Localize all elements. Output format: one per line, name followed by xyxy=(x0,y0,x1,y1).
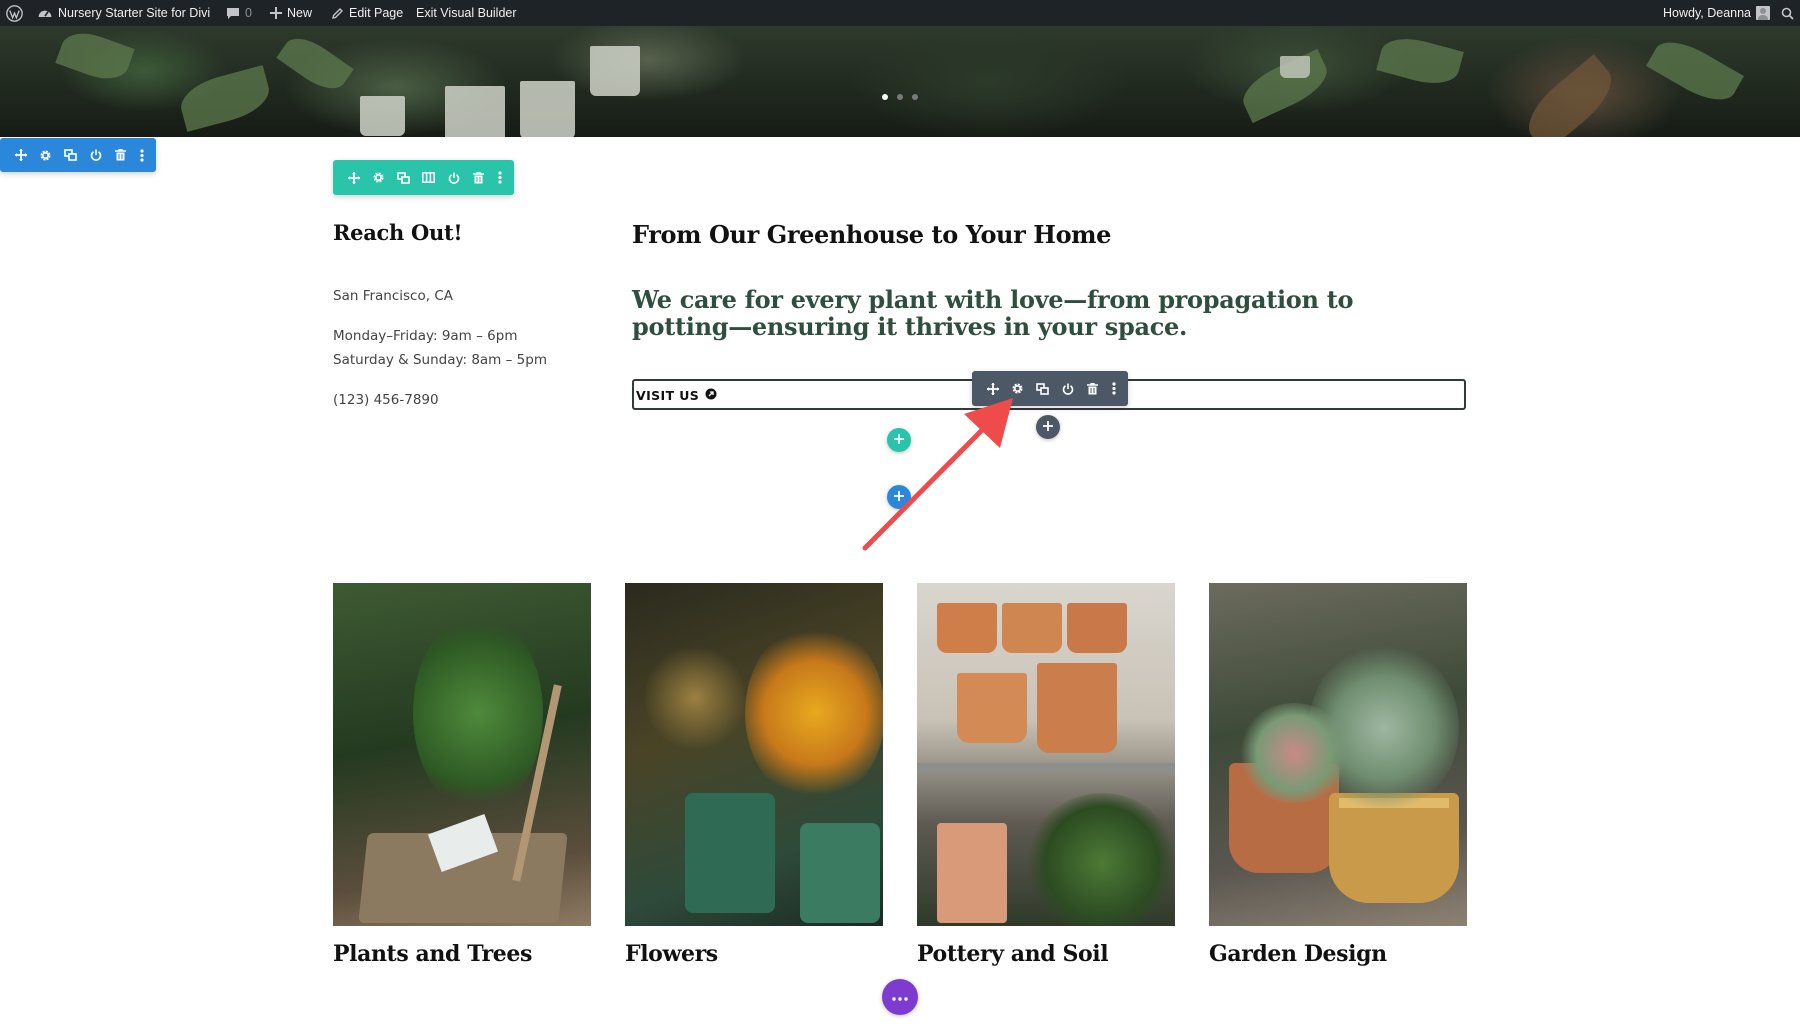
power-icon xyxy=(1062,383,1074,395)
row-disable-button[interactable] xyxy=(441,160,466,195)
category-title-flowers[interactable]: Flowers xyxy=(625,941,718,967)
more-icon xyxy=(140,148,144,162)
duplicate-icon xyxy=(1036,382,1049,395)
section-disable-button[interactable] xyxy=(83,138,108,172)
exit-builder-label: Exit Visual Builder xyxy=(416,6,517,20)
category-title-plants-and-trees[interactable]: Plants and Trees xyxy=(333,941,532,967)
columns-icon xyxy=(422,172,435,183)
power-icon xyxy=(90,149,102,161)
new-label: New xyxy=(287,6,313,20)
power-icon xyxy=(448,172,460,184)
greeting: Howdy, Deanna xyxy=(1662,6,1751,20)
duplicate-icon xyxy=(397,171,410,184)
row-duplicate-button[interactable] xyxy=(391,160,416,195)
slider-dot-3[interactable] xyxy=(912,94,918,100)
slider-dot-1[interactable] xyxy=(882,94,888,100)
annotation-arrow xyxy=(862,398,1013,551)
tagline: We care for every plant with love—from p… xyxy=(632,285,1354,341)
contact-hours-weekday: Monday–Friday: 9am – 6pm xyxy=(333,328,518,344)
wordpress-logo-button[interactable] xyxy=(6,0,23,26)
contact-heading: Reach Out! xyxy=(333,220,463,245)
row-columns-button[interactable] xyxy=(416,160,441,195)
admin-search-button[interactable] xyxy=(1781,0,1794,26)
contact-phone: (123) 456-7890 xyxy=(333,392,439,408)
more-icon xyxy=(1112,382,1116,395)
section-move-button[interactable] xyxy=(8,138,33,172)
avatar xyxy=(1756,6,1770,20)
category-title-pottery-and-soil[interactable]: Pottery and Soil xyxy=(917,941,1109,967)
trash-icon xyxy=(115,149,126,161)
module-more-button[interactable] xyxy=(1105,371,1123,406)
category-title-garden-design[interactable]: Garden Design xyxy=(1209,941,1387,967)
row-delete-button[interactable] xyxy=(466,160,491,195)
plus-icon xyxy=(270,7,282,19)
flowers-image[interactable] xyxy=(625,583,883,926)
edit-page-label: Edit Page xyxy=(349,6,404,20)
hero-slider xyxy=(0,26,1800,137)
site-name: Nursery Starter Site for Divi xyxy=(58,6,211,20)
visit-us-label: VISIT US xyxy=(636,388,700,403)
section-more-button[interactable] xyxy=(133,138,151,172)
slider-dot-2[interactable] xyxy=(897,94,903,100)
exit-visual-builder-link[interactable]: Exit Visual Builder xyxy=(416,0,517,26)
admin-bar: Nursery Starter Site for Divi 0 New Edit… xyxy=(0,0,1800,26)
row-settings-button[interactable] xyxy=(366,160,391,195)
wordpress-icon xyxy=(6,4,23,22)
module-duplicate-button[interactable] xyxy=(1030,371,1055,406)
module-disable-button[interactable] xyxy=(1055,371,1080,406)
section-toolbar xyxy=(0,138,156,172)
contact-location: San Francisco, CA xyxy=(333,288,453,304)
row-toolbar xyxy=(333,160,514,195)
main-heading: From Our Greenhouse to Your Home xyxy=(632,220,1112,249)
add-module-dark-button[interactable] xyxy=(1036,415,1060,439)
pottery-and-soil-image[interactable] xyxy=(917,583,1175,926)
more-icon xyxy=(498,171,502,184)
comments-link[interactable]: 0 xyxy=(226,0,252,26)
more-horizontal-icon xyxy=(892,988,908,1006)
section-duplicate-button[interactable] xyxy=(58,138,83,172)
plants-and-trees-image[interactable] xyxy=(333,583,591,926)
plus-icon xyxy=(1043,418,1053,436)
section-delete-button[interactable] xyxy=(108,138,133,172)
contact-hours-weekend: Saturday & Sunday: 8am – 5pm xyxy=(333,352,547,368)
move-icon xyxy=(347,171,360,184)
gear-icon xyxy=(372,171,385,184)
arrow-circle-icon xyxy=(705,388,717,403)
comment-icon xyxy=(226,7,240,20)
gear-icon xyxy=(39,149,52,162)
module-delete-button[interactable] xyxy=(1080,371,1105,406)
account-menu[interactable]: Howdy, Deanna xyxy=(1663,0,1770,26)
comments-count: 0 xyxy=(245,6,252,20)
edit-page-link[interactable]: Edit Page xyxy=(331,0,403,26)
site-name-link[interactable]: Nursery Starter Site for Divi xyxy=(37,0,210,26)
dashboard-icon xyxy=(37,6,53,20)
trash-icon xyxy=(473,171,484,184)
garden-design-image[interactable] xyxy=(1209,583,1467,926)
new-content-link[interactable]: New xyxy=(270,0,312,26)
row-move-button[interactable] xyxy=(341,160,366,195)
row-more-button[interactable] xyxy=(491,160,509,195)
page-settings-button[interactable] xyxy=(882,979,918,1015)
pencil-icon xyxy=(331,7,344,20)
trash-icon xyxy=(1087,382,1098,395)
move-icon xyxy=(14,149,27,161)
duplicate-icon xyxy=(64,149,77,161)
section-settings-button[interactable] xyxy=(33,138,58,172)
search-icon xyxy=(1781,7,1794,20)
